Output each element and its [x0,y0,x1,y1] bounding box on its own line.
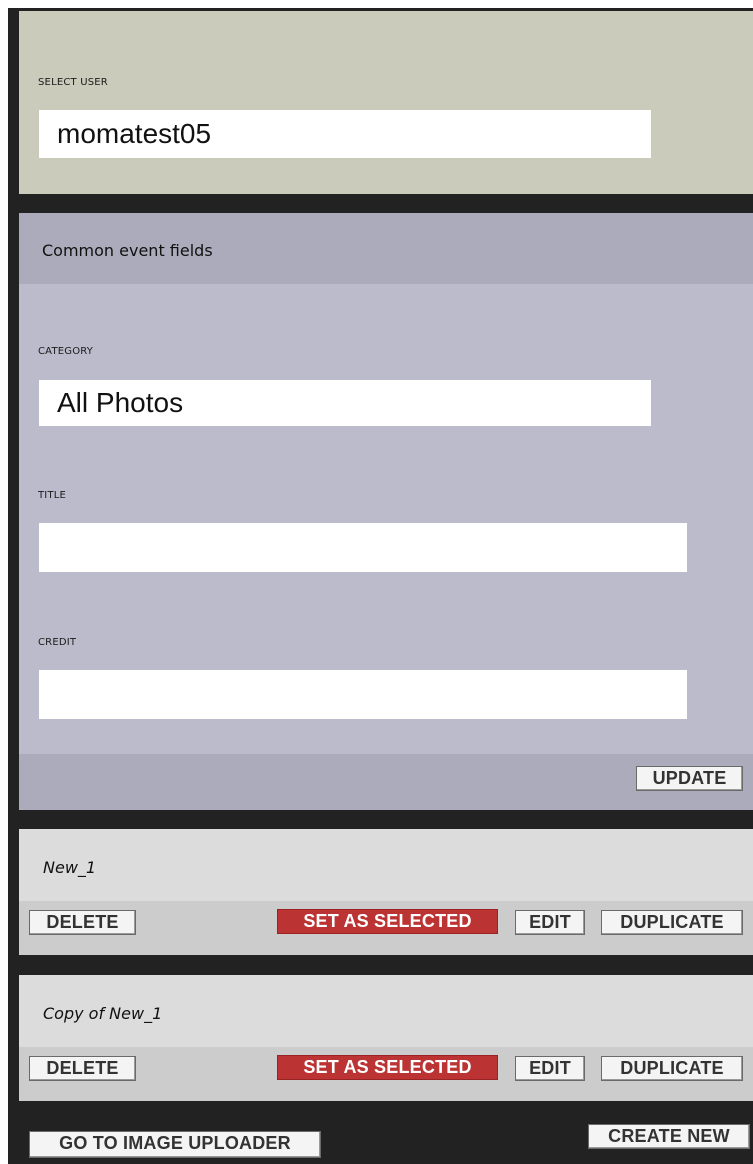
event-card: New_1 DELETE SET AS SELECTED EDIT DUPLIC… [19,829,753,955]
create-new-button[interactable]: CREATE NEW [588,1124,750,1149]
update-button[interactable]: UPDATE [636,766,743,791]
event-name: Copy of New_1 [43,1004,163,1023]
common-fields-title: Common event fields [42,241,213,260]
delete-button[interactable]: DELETE [29,1056,136,1081]
event-editor-frame: SELECT USER momatest05 Common event fiel… [8,8,753,1164]
event-name: New_1 [43,858,97,877]
edit-button[interactable]: EDIT [515,1056,585,1081]
credit-label: CREDIT [38,637,77,648]
select-user-field[interactable]: momatest05 [39,110,651,158]
event-actions-bar: DELETE SET AS SELECTED EDIT DUPLICATE [19,1047,753,1101]
go-to-image-uploader-button[interactable]: GO TO IMAGE UPLOADER [29,1131,321,1158]
title-field[interactable] [39,523,687,572]
common-fields-footer: UPDATE [19,754,753,810]
duplicate-button[interactable]: DUPLICATE [601,1056,743,1081]
category-label: CATEGORY [38,346,94,357]
title-label: TITLE [38,490,67,501]
category-field[interactable]: All Photos [39,380,651,426]
delete-button[interactable]: DELETE [29,910,136,935]
set-as-selected-button[interactable]: SET AS SELECTED [277,1055,498,1080]
event-card-header: Copy of New_1 [19,975,753,1047]
duplicate-button[interactable]: DUPLICATE [601,910,743,935]
edit-button[interactable]: EDIT [515,910,585,935]
select-user-label: SELECT USER [38,77,108,88]
common-event-fields-panel: Common event fields CATEGORY All Photos … [19,213,753,810]
event-card: Copy of New_1 DELETE SET AS SELECTED EDI… [19,975,753,1101]
select-user-panel: SELECT USER momatest05 [19,11,753,194]
event-actions-bar: DELETE SET AS SELECTED EDIT DUPLICATE [19,901,753,955]
event-card-header: New_1 [19,829,753,901]
set-as-selected-button[interactable]: SET AS SELECTED [277,909,498,934]
credit-field[interactable] [39,670,687,719]
common-fields-header: Common event fields [19,213,753,284]
